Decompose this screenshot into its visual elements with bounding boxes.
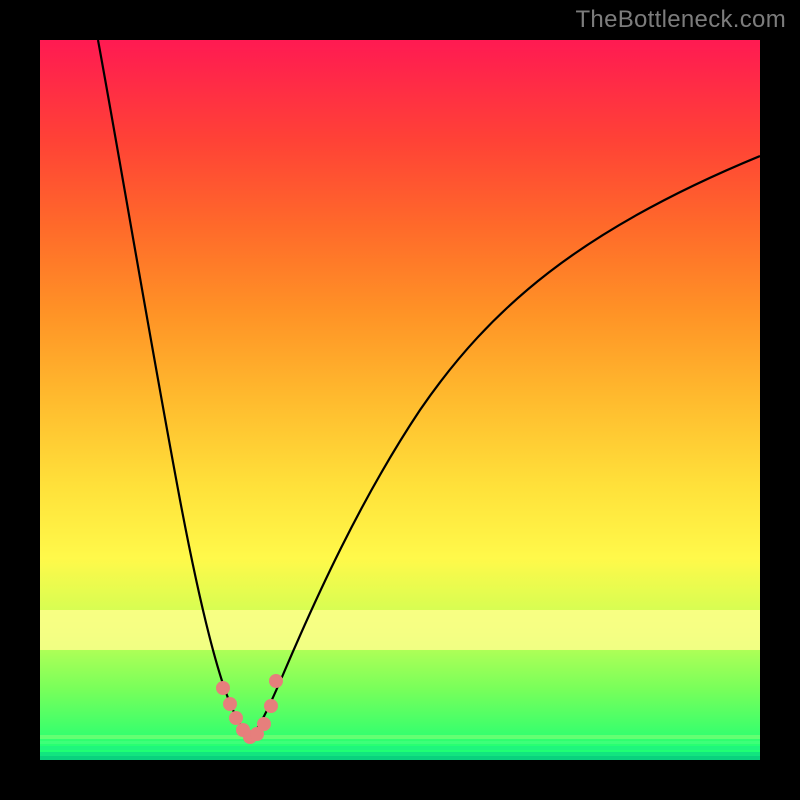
marker-dot	[264, 699, 278, 713]
plot-area	[40, 40, 760, 760]
chart-frame: TheBottleneck.com	[0, 0, 800, 800]
marker-dot	[229, 711, 243, 725]
marker-dot	[223, 697, 237, 711]
marker-dot	[257, 717, 271, 731]
marker-dot	[269, 674, 283, 688]
highlight-markers	[40, 40, 760, 760]
watermark-text: TheBottleneck.com	[575, 6, 786, 34]
marker-dot	[216, 681, 230, 695]
